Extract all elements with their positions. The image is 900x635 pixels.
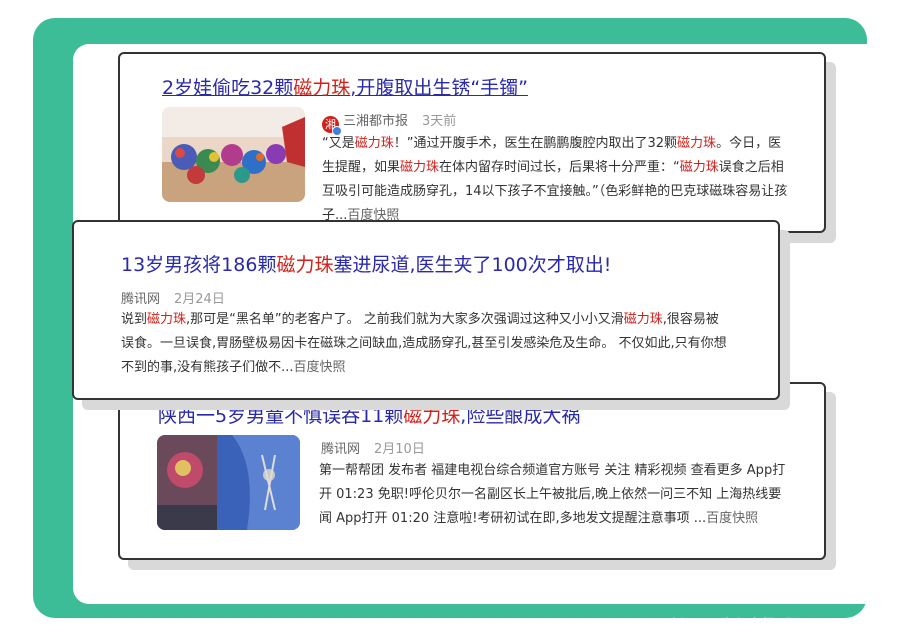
result-snippet: 说到磁力珠,那可是“黑名单”的老客户了。 之前我们就为大家多次强调过这种又小小又…	[121, 312, 727, 375]
surgery-thumbnail[interactable]	[157, 435, 300, 530]
source-name[interactable]: 腾讯网	[321, 442, 360, 457]
result-meta: 腾讯网 2月24日	[121, 288, 225, 307]
publish-time: 3天前	[422, 114, 457, 129]
title-text: 13岁男孩将186颗	[121, 254, 277, 276]
title-keyword: 磁力珠	[276, 254, 334, 276]
title-text: 2岁娃偷吃32颗	[162, 77, 294, 99]
source-badge-icon: 湘	[322, 116, 342, 136]
result-title-link[interactable]: 陕西一5岁男童不慎误吞11颗磁力珠,险些酿成大祸	[158, 401, 580, 428]
result-meta: 湘三湘都市报 3天前	[322, 110, 457, 136]
source-name[interactable]: 腾讯网	[121, 292, 160, 307]
title-text: ,开腹取出生锈“手镯”	[350, 77, 529, 99]
result-title-link[interactable]: 2岁娃偷吃32颗磁力珠,开腹取出生锈“手镯”	[162, 73, 528, 100]
search-result-card-1: 2岁娃偷吃32颗磁力珠,开腹取出生锈“手镯” 湘三湘都市报 3天前 “又是磁力珠！…	[118, 52, 826, 233]
result-snippet: 第一帮帮团 发布者 福建电视台综合频道官方账号 关注 精彩视频 查看更多 App…	[319, 463, 786, 526]
title-keyword: 磁力珠	[293, 77, 351, 99]
title-text: ,险些酿成大祸	[460, 405, 581, 427]
result-snippet: “又是磁力珠！”通过开腹手术，医生在鹏鹏腹腔内取出了32颗磁力珠。今日，医生提醒…	[322, 136, 788, 223]
snapshot-link[interactable]: 百度快照	[294, 360, 346, 375]
title-keyword: 磁力珠	[403, 405, 461, 427]
magnetic-balls-thumbnail[interactable]	[162, 107, 305, 202]
search-result-card-3: 陕西一5岁男童不慎误吞11颗磁力珠,险些酿成大祸 腾讯网 2月10日 第一帮帮团 …	[118, 382, 826, 560]
result-title-link[interactable]: 13岁男孩将186颗磁力珠塞进尿道,医生夹了100次才取出!	[121, 250, 611, 277]
result-meta: 腾讯网 2月10日	[321, 438, 425, 457]
title-text: 陕西一5岁男童不慎误吞11颗	[158, 405, 404, 427]
publish-time: 2月24日	[174, 292, 225, 307]
source-credit: 来源：三湘都市报 腾讯网	[667, 618, 821, 633]
search-result-card-2: 13岁男孩将186颗磁力珠塞进尿道,医生夹了100次才取出! 腾讯网 2月24日 …	[72, 220, 780, 400]
publish-time: 2月10日	[374, 442, 425, 457]
title-text: 塞进尿道,医生夹了100次才取出!	[333, 254, 612, 276]
source-name[interactable]: 三湘都市报	[343, 114, 408, 129]
snapshot-link[interactable]: 百度快照	[706, 511, 758, 526]
